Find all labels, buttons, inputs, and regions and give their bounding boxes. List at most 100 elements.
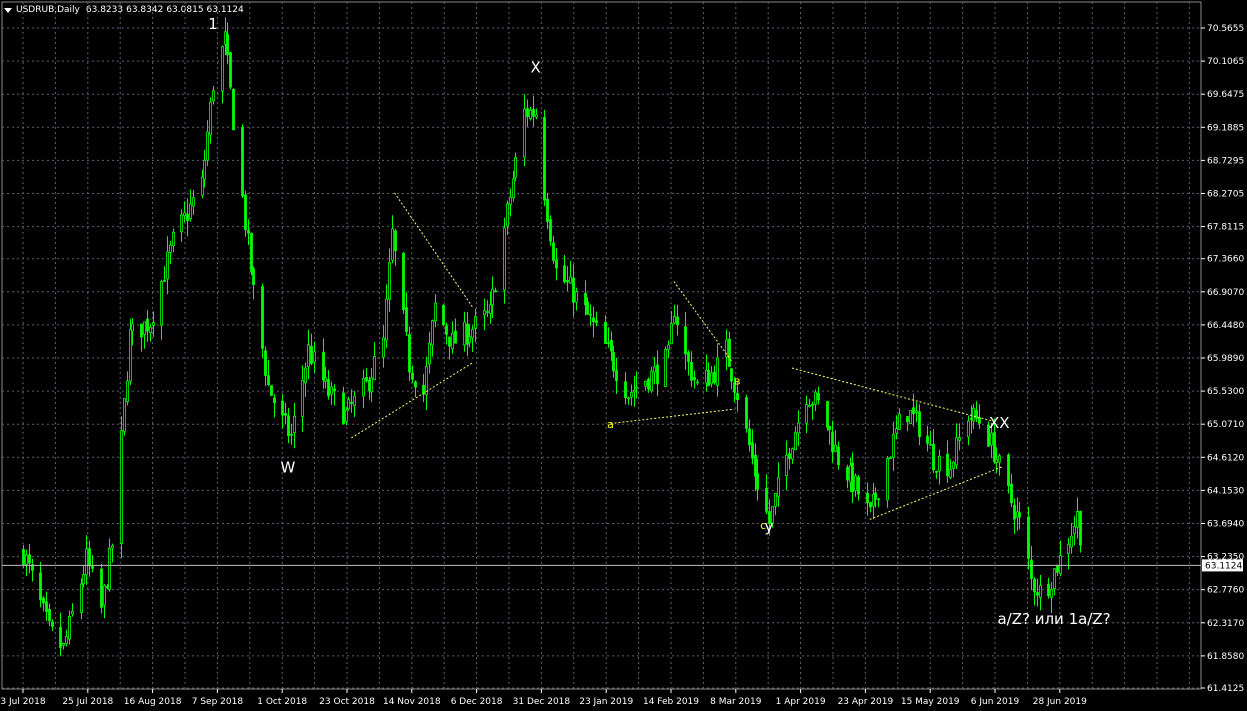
candle-body [62, 643, 65, 646]
candle-body [189, 203, 192, 219]
candle-body [814, 391, 817, 405]
candle-body [774, 493, 777, 507]
y-tick-label: 66.9070 [1207, 288, 1244, 298]
trendline[interactable] [869, 466, 1003, 520]
candle-body [1033, 578, 1036, 593]
candle-body [405, 307, 408, 333]
candle-body [169, 244, 172, 253]
candle-body [373, 356, 376, 380]
candle-body [586, 301, 589, 315]
candle-body [834, 444, 837, 452]
trendline[interactable] [394, 192, 473, 308]
candle-body [494, 290, 497, 293]
y-tick-label: 70.1065 [1207, 57, 1244, 67]
candle-body [546, 198, 549, 222]
candle-body [676, 316, 679, 326]
candle-body [748, 428, 751, 446]
candle-body [146, 318, 149, 332]
candle-body [566, 279, 569, 283]
candle-body [1053, 568, 1056, 589]
candle-body [693, 377, 696, 381]
candle-body [817, 393, 820, 401]
candle-body [684, 326, 687, 355]
candle-body [1079, 510, 1082, 546]
candle-body [241, 126, 244, 197]
candle-body [143, 321, 146, 335]
candle-body [324, 377, 327, 382]
candle-body [108, 547, 111, 590]
candle-body [791, 448, 794, 460]
candle-body [730, 368, 733, 382]
x-tick-label: 28 Jun 2019 [1033, 697, 1087, 707]
candle-body [25, 554, 28, 565]
candle-body [391, 228, 394, 261]
candle-body [751, 442, 754, 459]
candle-body [667, 344, 670, 350]
candle-body [995, 459, 998, 464]
trendline[interactable] [610, 408, 735, 425]
y-tick-label: 70.5655 [1207, 24, 1244, 34]
candle-body [388, 262, 391, 300]
candle-body [857, 476, 860, 495]
candle-body [811, 403, 814, 406]
candle-body [788, 453, 791, 459]
candle-body [59, 627, 62, 648]
candle-body [831, 431, 834, 453]
candle-body [552, 242, 555, 261]
candle-body [1010, 483, 1013, 504]
candle-body [120, 430, 123, 544]
candle-body [247, 229, 250, 234]
candle-body [489, 304, 492, 314]
wave-label: a [607, 418, 614, 431]
candle-body [1027, 516, 1030, 559]
candle-body [163, 280, 166, 282]
x-tick-label: 3 Jul 2018 [0, 697, 45, 707]
y-tick-label: 67.8115 [1207, 223, 1244, 233]
candle-body [394, 230, 397, 252]
y-tick-label: 65.0710 [1207, 420, 1244, 430]
y-tick-label: 64.1530 [1207, 486, 1244, 496]
candle-body [39, 572, 42, 601]
candle-body [664, 348, 667, 387]
candle-body [998, 455, 1001, 463]
y-tick-label: 62.7760 [1207, 586, 1244, 596]
candle-body [765, 488, 768, 512]
wave-label: XX [989, 414, 1010, 432]
candle-body [526, 108, 529, 118]
candle-body [604, 321, 607, 345]
candle-body [624, 381, 627, 399]
candle-body [713, 371, 716, 383]
candle-body [794, 432, 797, 451]
candle-body [889, 457, 892, 460]
price-chart[interactable]: 70.5655 70.1065 69.6475 69.1885 68.7295 68.27… [0, 0, 1247, 711]
x-tick-label: 25 Jul 2018 [62, 697, 113, 707]
candle-body [687, 352, 690, 362]
candle-body [869, 502, 872, 508]
candle-body [42, 597, 45, 604]
y-tick-label: 66.4480 [1207, 321, 1244, 331]
candle-body [975, 410, 978, 419]
candle-body [1073, 525, 1076, 535]
candle-body [716, 357, 719, 386]
candle-body [206, 131, 209, 161]
trendline[interactable] [791, 367, 997, 423]
candle-body [895, 428, 898, 434]
candle-body [48, 608, 51, 622]
candle-body [434, 302, 437, 322]
candle-body [290, 433, 293, 436]
candle-body [365, 376, 368, 382]
candle-body [1030, 559, 1033, 579]
candle-body [710, 372, 713, 385]
candle-body [313, 351, 316, 363]
x-tick-label: 23 Jan 2019 [579, 697, 633, 707]
candle-body [28, 554, 31, 564]
candle-body [1059, 555, 1062, 575]
candle-body [535, 114, 538, 118]
trendline[interactable] [673, 281, 732, 362]
y-tick-label: 61.8580 [1207, 652, 1244, 662]
x-tick-label: 14 Feb 2019 [643, 697, 699, 707]
y-tick-label: 69.1885 [1207, 123, 1244, 133]
x-tick-label: 23 Apr 2019 [838, 697, 894, 707]
candle-body [209, 101, 212, 136]
candle-body [463, 321, 466, 346]
